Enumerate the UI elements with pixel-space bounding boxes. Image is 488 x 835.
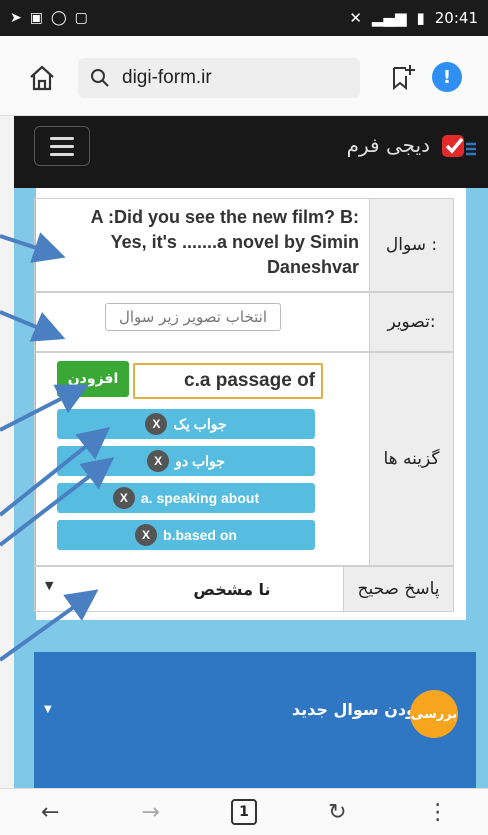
mute-icon: ✕ [349,9,362,27]
option-chip: X جواب یک [57,409,315,439]
new-question-panel[interactable]: ▼ ودن سوال جدید بررسی [34,652,476,788]
image-cell: انتخاب تصویر زیر سوال [35,293,369,351]
question-text: A :Did you see the new film? B: Yes, it'… [90,207,359,277]
review-button[interactable]: بررسی [410,690,458,738]
correct-answer-label: پاسخ صحیح [343,567,453,611]
option-text: جواب دو [175,452,225,469]
send-icon: ➤ [10,10,22,26]
chevron-down-icon: ▼ [44,704,52,715]
image-label: تصویر: [369,293,453,351]
remove-option-icon[interactable]: X [145,413,168,435]
tab-count-button[interactable]: 1 [230,799,257,825]
question-label: سوال : [369,199,453,291]
status-bar: ➤ ▣ ◯ ▢ ✕ ▂▄▆ ▮ 20:41 [0,0,488,36]
logo-icon [442,135,476,157]
hamburger-menu-button[interactable] [34,126,90,166]
url-text: digi-form.ir [122,67,212,88]
whatsapp-icon: ◯ [50,10,67,26]
options-row: افزودن c.a passage of X جواب یک X جواب د… [34,352,454,566]
more-options-icon[interactable]: ⋮ [418,800,458,825]
option-chip: X جواب دو [57,446,315,476]
add-option-button[interactable]: افزودن [57,361,129,397]
question-row: A :Did you see the new film? B: Yes, it'… [34,198,454,292]
option-text: جواب یک [173,415,227,432]
option-text: a. speaking about [140,490,260,506]
remove-option-icon[interactable]: X [135,524,158,546]
home-icon[interactable] [28,64,56,92]
image-select[interactable]: انتخاب تصویر زیر سوال [105,303,281,331]
question-cell[interactable]: A :Did you see the new film? B: Yes, it'… [35,199,369,291]
alert-icon[interactable]: ! [432,62,462,92]
image-icon: ▢ [74,10,88,26]
options-label: گزینه ها [369,353,453,565]
new-tab-icon[interactable] [388,62,418,92]
brand[interactable]: دیجی فرم [347,130,478,160]
search-icon [91,69,109,87]
browser-bottom-nav: ← → 1 ↻ ⋮ [0,788,488,835]
panel-title: ودن سوال جدید [291,700,416,719]
correct-answer-select[interactable]: ▼ نا مشخص [35,567,369,611]
option-input[interactable]: c.a passage of [133,363,323,399]
brand-name: دیجی فرم [346,133,430,157]
address-bar[interactable]: digi-form.ir [78,58,360,98]
remove-option-icon[interactable]: X [112,487,135,509]
forward-icon[interactable]: → [131,800,171,825]
option-chip: X a. speaking about [57,483,315,513]
battery-icon: ▮ [416,9,425,27]
option-text: b.based on [163,527,237,543]
correct-answer-row: ▼ نا مشخص پاسخ صحیح [34,566,454,612]
remove-option-icon[interactable]: X [147,450,170,472]
option-chip: X b.based on [57,520,315,550]
options-cell: افزودن c.a passage of X جواب یک X جواب د… [35,353,369,565]
video-icon: ▣ [29,10,43,26]
signal-icon: ▂▄▆ [371,9,407,27]
image-row: انتخاب تصویر زیر سوال تصویر: [34,292,454,352]
page-content: A :Did you see the new film? B: Yes, it'… [14,188,488,788]
reload-icon[interactable]: ↻ [317,800,357,825]
correct-answer-value: نا مشخص [193,579,271,599]
browser-toolbar: digi-form.ir ! [0,36,488,116]
status-time: 20:41 [434,9,478,27]
back-icon[interactable]: ← [30,800,70,825]
site-header: دیجی فرم [14,116,488,188]
